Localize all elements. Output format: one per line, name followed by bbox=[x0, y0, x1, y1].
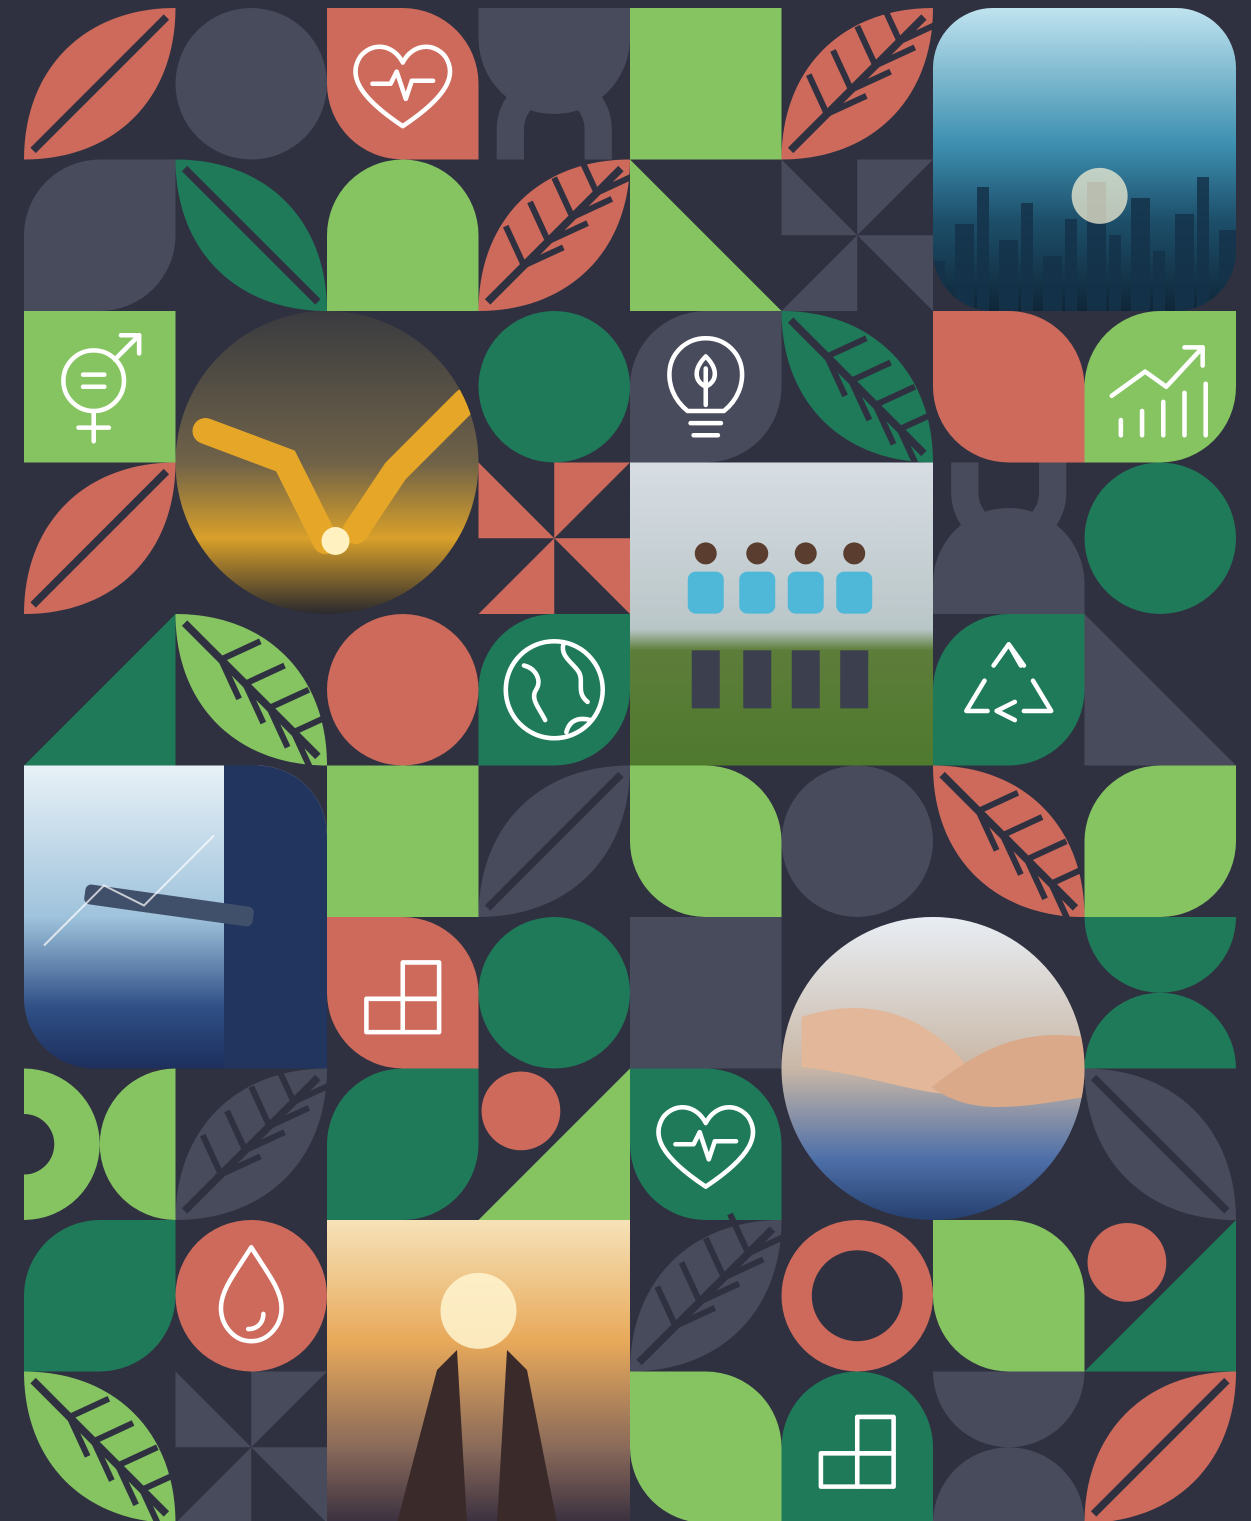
tile-circle-2-3 bbox=[478, 311, 630, 463]
tile-square-0-4 bbox=[630, 8, 782, 160]
tile-petal-5-4 bbox=[630, 765, 782, 917]
tile-halves-6-7 bbox=[1084, 917, 1236, 1069]
tile-pinwheel-1-5 bbox=[781, 159, 933, 311]
tile-petal-7-2 bbox=[327, 1068, 479, 1220]
tile-arch-ring-0-3 bbox=[478, 8, 630, 160]
tile-leaf-3-0 bbox=[24, 462, 176, 614]
tile-petal-6-2 bbox=[327, 917, 479, 1069]
tile-leaf-striped-9-0 bbox=[24, 1371, 183, 1521]
tile-halves-9-6 bbox=[933, 1371, 1085, 1521]
tile-leaf-1-1 bbox=[175, 159, 327, 311]
tile-triangle-1-4 bbox=[630, 159, 782, 311]
photo-city-network bbox=[933, 8, 1236, 311]
tile-arch-ring-3-6 bbox=[933, 462, 1085, 614]
tile-circle-6-3 bbox=[478, 917, 630, 1069]
mosaic-poster bbox=[0, 0, 1251, 1521]
tile-leaf-9-7 bbox=[1084, 1371, 1236, 1521]
tile-circle-0-1 bbox=[175, 8, 327, 160]
tile-petal-2-7 bbox=[1084, 311, 1236, 463]
tile-square-2-0 bbox=[24, 311, 176, 463]
photo-businessman-tablet bbox=[24, 765, 327, 1069]
tile-circle-8-1 bbox=[175, 1220, 327, 1372]
tile-petal-2-4 bbox=[630, 311, 782, 463]
tile-circle-3-7 bbox=[1084, 462, 1236, 614]
tile-leaf-striped-4-1 bbox=[175, 614, 335, 773]
tile-leaf-striped-0-5 bbox=[781, 0, 941, 160]
tile-triangle-4-7 bbox=[1084, 614, 1236, 766]
tile-petal-9-4 bbox=[630, 1371, 782, 1521]
tile-pinwheel-3-3 bbox=[478, 462, 630, 614]
tile-petal-0-2 bbox=[327, 8, 479, 160]
tile-triangle-dot-7-3 bbox=[478, 1068, 630, 1220]
tile-pinwheel-9-1 bbox=[175, 1371, 327, 1521]
tile-ring-8-5 bbox=[781, 1220, 933, 1372]
tile-leaf-striped-2-5 bbox=[781, 311, 941, 470]
tile-circle-4-2 bbox=[327, 614, 479, 766]
tile-triangle-4-0 bbox=[24, 614, 176, 766]
tile-petal-4-3 bbox=[478, 614, 630, 766]
tile-petal-2-6 bbox=[933, 311, 1085, 463]
tile-petal-5-7 bbox=[1084, 765, 1236, 917]
photo-team-walking bbox=[630, 462, 933, 766]
photo-robotic-arms bbox=[175, 311, 479, 614]
tile-leaf-5-3 bbox=[478, 765, 630, 917]
tile-leaf-striped-5-6 bbox=[933, 765, 1092, 925]
tile-petal-8-6 bbox=[933, 1220, 1085, 1372]
tile-square-6-4 bbox=[630, 917, 782, 1069]
tile-petal-8-0 bbox=[24, 1220, 176, 1372]
tile-leaf-striped-1-3 bbox=[478, 152, 638, 311]
tile-square-5-2 bbox=[327, 765, 479, 917]
geometric-mosaic bbox=[24, 0, 1236, 1521]
tile-leaf-7-7 bbox=[1084, 1068, 1236, 1220]
photo-handshake bbox=[781, 917, 1085, 1220]
tile-triangle-dot-8-7 bbox=[1084, 1220, 1236, 1372]
tile-circle-5-5 bbox=[781, 765, 933, 917]
tile-petal-1-0 bbox=[24, 159, 176, 311]
tile-half-circles-7-0 bbox=[24, 1068, 176, 1220]
photo-hands-lightbulb bbox=[327, 1220, 630, 1521]
tile-petal-7-4 bbox=[630, 1068, 782, 1220]
tile-leaf-striped-7-1 bbox=[175, 1061, 335, 1220]
tile-arch-9-5 bbox=[781, 1371, 933, 1521]
tile-arch-1-2 bbox=[327, 159, 479, 311]
tile-petal-4-6 bbox=[933, 614, 1085, 766]
tile-leaf-striped-8-4 bbox=[630, 1212, 789, 1372]
tile-leaf-0-0 bbox=[24, 8, 176, 160]
